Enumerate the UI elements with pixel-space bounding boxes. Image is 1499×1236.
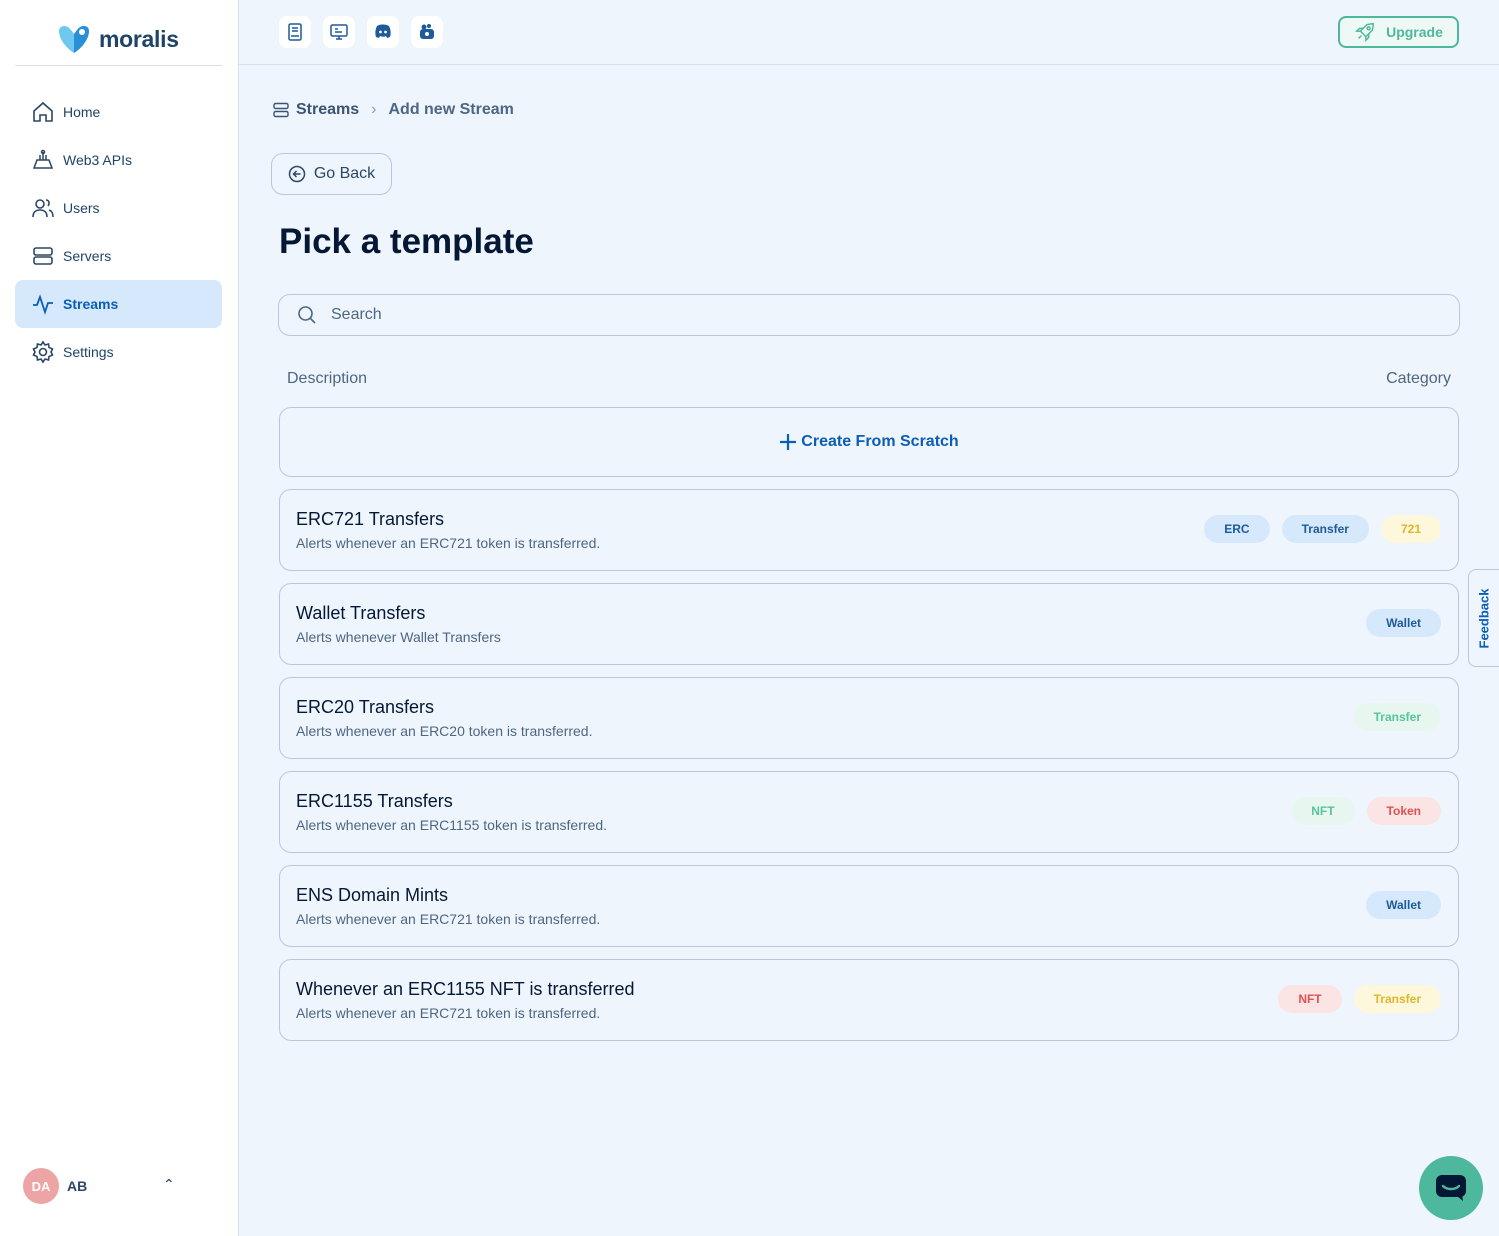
category-tag: Token (1366, 797, 1441, 825)
column-header-description: Description (287, 370, 368, 387)
template-description: Alerts whenever Wallet Transfers (296, 629, 501, 645)
docs-icon[interactable] (279, 16, 311, 48)
create-label: Create From Scratch (801, 433, 959, 450)
template-row[interactable]: ERC1155 Transfers Alerts whenever an ERC… (279, 771, 1459, 853)
category-tag: Wallet (1366, 891, 1441, 919)
moralis-logo[interactable]: moralis (55, 22, 179, 56)
sidebar-item-label: Home (63, 104, 101, 120)
tutorials-icon[interactable] (323, 16, 355, 48)
brand-name: moralis (99, 25, 179, 52)
streams-icon (30, 291, 56, 317)
users-icon (30, 195, 56, 221)
page-title: Pick a template (279, 222, 534, 261)
category-tags: NFT Transfer (1278, 985, 1441, 1013)
servers-icon (30, 243, 56, 269)
template-description: Alerts whenever an ERC721 token is trans… (296, 535, 601, 551)
template-row[interactable]: ENS Domain Mints Alerts whenever an ERC7… (279, 865, 1459, 947)
gear-icon (30, 339, 56, 365)
category-tag: NFT (1291, 797, 1355, 825)
breadcrumb-current: Add new Stream (388, 101, 514, 118)
category-tags: ERC Transfer 721 (1204, 515, 1441, 543)
sidebar-item-home[interactable]: Home (15, 88, 222, 136)
servers-icon (273, 102, 289, 118)
category-tags: NFT Token (1291, 797, 1441, 825)
moralis-logo-icon (59, 25, 89, 53)
category-tag: Transfer (1353, 703, 1441, 731)
category-tag: Wallet (1366, 609, 1441, 637)
category-tags: Transfer (1353, 703, 1441, 731)
column-header-category: Category (1386, 370, 1451, 387)
feedback-tab[interactable]: Feedback (1468, 569, 1499, 667)
template-title: ENS Domain Mints (296, 885, 449, 905)
category-tag: Transfer (1353, 985, 1441, 1013)
chat-button[interactable] (1419, 1156, 1483, 1220)
template-description: Alerts whenever an ERC721 token is trans… (296, 911, 601, 927)
sidebar-item-servers[interactable]: Servers (15, 232, 222, 280)
sidebar-item-streams[interactable]: Streams (15, 280, 222, 328)
category-tag: ERC (1204, 515, 1270, 543)
sidebar-item-users[interactable]: Users (15, 184, 222, 232)
sidebar-item-web3-apis[interactable]: Web3 APIs (15, 136, 222, 184)
template-description: Alerts whenever an ERC721 token is trans… (296, 1005, 601, 1021)
go-back-label: Go Back (313, 165, 376, 182)
sidebar-item-settings[interactable]: Settings (15, 328, 222, 376)
template-row[interactable]: ERC721 Transfers Alerts whenever an ERC7… (279, 489, 1459, 571)
template-title: Wallet Transfers (296, 603, 426, 623)
sidebar: moralis Home Web3 APIs Users Servers Str… (0, 0, 239, 1236)
category-tag: Transfer (1281, 515, 1369, 543)
search-icon (298, 306, 316, 324)
rocket-icon (1355, 23, 1375, 43)
template-description: Alerts whenever an ERC20 token is transf… (296, 723, 593, 739)
sidebar-item-label: Web3 APIs (63, 152, 133, 168)
sidebar-item-label: Servers (63, 248, 112, 264)
upgrade-button[interactable]: Upgrade (1338, 16, 1459, 48)
category-tag: 721 (1380, 515, 1441, 543)
home-icon (30, 99, 56, 125)
breadcrumb: Streams › Add new Stream (273, 98, 514, 122)
template-row[interactable]: Wallet Transfers Alerts whenever Wallet … (279, 583, 1459, 665)
template-title: ERC1155 Transfers (296, 791, 453, 811)
template-description: Alerts whenever an ERC1155 token is tran… (296, 817, 608, 833)
sidebar-nav: Home Web3 APIs Users Servers Streams Set… (15, 88, 222, 376)
chevron-right-icon: › (371, 101, 377, 118)
top-bar: Upgrade (239, 0, 1499, 65)
category-tag: NFT (1278, 985, 1342, 1013)
category-tags: Wallet (1366, 609, 1441, 637)
upgrade-label: Upgrade (1386, 24, 1443, 40)
search-box (278, 294, 1460, 336)
template-row[interactable]: ERC20 Transfers Alerts whenever an ERC20… (279, 677, 1459, 759)
chevron-up-icon[interactable]: ⌃ (163, 1176, 175, 1193)
template-title: ERC20 Transfers (296, 697, 435, 717)
chat-icon (1436, 1175, 1466, 1201)
web3-apis-icon (30, 147, 56, 173)
category-tags: Wallet (1366, 891, 1441, 919)
template-row[interactable]: Whenever an ERC1155 NFT is transferred A… (279, 959, 1459, 1041)
community-icon[interactable] (411, 16, 443, 48)
feedback-label: Feedback (1476, 588, 1492, 648)
create-from-scratch-button[interactable]: Create From Scratch (279, 407, 1459, 477)
breadcrumb-streams[interactable]: Streams (296, 101, 359, 119)
template-title: Whenever an ERC1155 NFT is transferred (296, 979, 635, 999)
search-input[interactable] (331, 306, 1431, 324)
template-title: ERC721 Transfers (296, 509, 445, 529)
sidebar-item-label: Settings (63, 344, 114, 360)
go-back-button[interactable]: Go Back (271, 153, 392, 195)
discord-icon[interactable] (367, 16, 399, 48)
plus-icon (780, 434, 797, 450)
top-icon-group (279, 16, 443, 48)
arrow-left-circle-icon (288, 165, 306, 183)
user-menu[interactable]: DA AB ⌃ (23, 1168, 183, 1204)
sidebar-item-label: Streams (63, 296, 119, 312)
avatar: DA (23, 1168, 59, 1204)
sidebar-item-label: Users (63, 200, 100, 216)
user-name: AB (67, 1178, 88, 1194)
divider (15, 65, 222, 66)
